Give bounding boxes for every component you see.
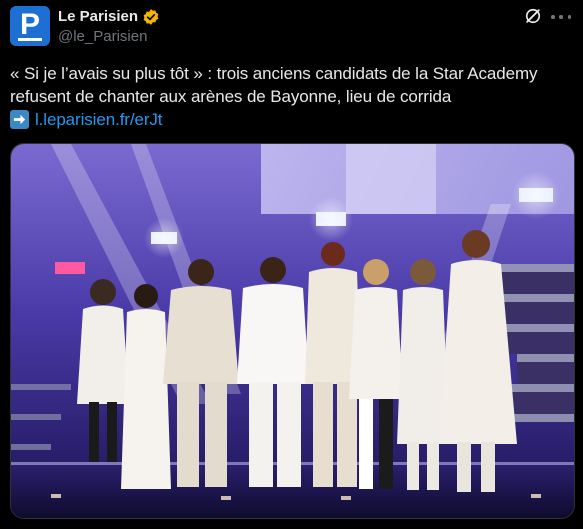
avatar[interactable]: P [10,6,50,46]
verified-badge-icon [143,8,159,25]
link-line: l.leparisien.fr/erJt [10,108,571,131]
avatar-letter: P [19,8,40,41]
display-name-row[interactable]: Le Parisien [58,7,160,26]
display-name[interactable]: Le Parisien [58,8,138,25]
more-horizontal-icon[interactable] [551,14,571,20]
tweet-text-line-2: refusent de chanter aux arènes de Bayonn… [10,87,452,106]
tweet-header: P Le Parisien @le_Parisien [10,6,571,46]
dot [567,15,571,19]
tweet-text: « Si je l’avais su plus tôt » : trois an… [10,62,571,131]
dot [551,15,555,19]
article-link[interactable]: l.leparisien.fr/erJt [35,108,163,131]
tweet-photo[interactable] [10,143,575,519]
handle[interactable]: @le_Parisien [58,28,160,45]
dot [559,15,563,19]
grok-slash-icon[interactable] [523,6,543,26]
tweet-text-line-1: « Si je l’avais su plus tôt » : trois an… [10,64,538,83]
avatar-underline [18,38,42,41]
author-names: Le Parisien @le_Parisien [58,7,160,45]
stage-photo-image [11,144,574,518]
tweet[interactable]: P Le Parisien @le_Parisien « Si je l’ava… [0,0,583,529]
right-arrow-emoji-icon [10,110,29,129]
